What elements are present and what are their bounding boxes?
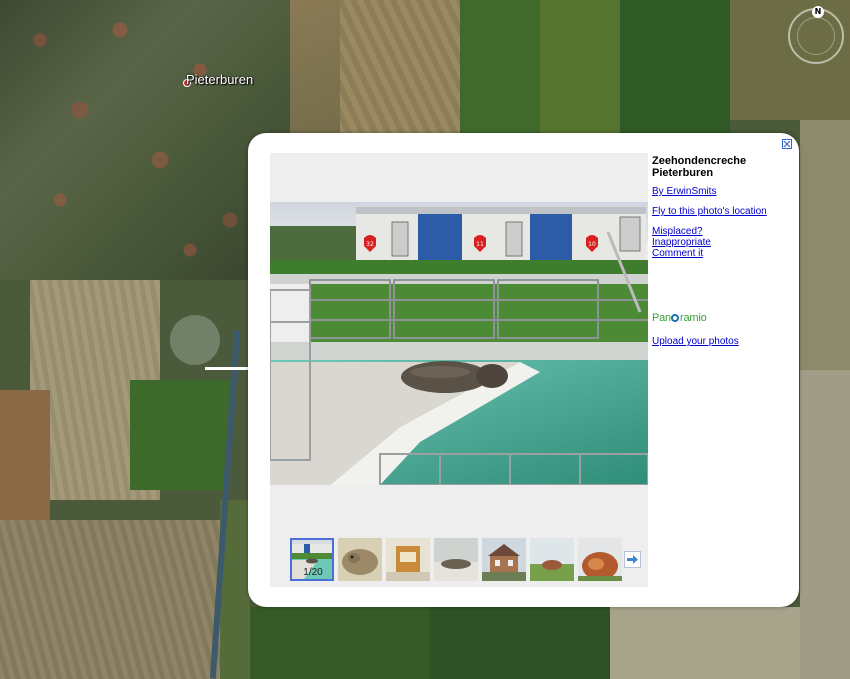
main-photo[interactable]: 32 11 10 — [270, 202, 648, 485]
photo-container-label: 11 — [476, 241, 484, 248]
upload-photos-link[interactable]: Upload your photos — [652, 336, 739, 347]
thumbnail-3[interactable] — [386, 538, 430, 581]
photo-container-label: 32 — [366, 241, 374, 248]
map-field — [800, 120, 850, 370]
seal-pool-photo: 32 11 10 — [270, 202, 648, 485]
compass-ring — [797, 17, 835, 55]
arrow-right-icon[interactable] — [624, 551, 641, 568]
thumbnail-6[interactable] — [530, 538, 574, 581]
thumbnail-2[interactable] — [338, 538, 382, 581]
map-field — [0, 390, 50, 540]
thumbnail-5[interactable] — [482, 538, 526, 581]
map-field — [610, 607, 800, 679]
author-link[interactable]: By ErwinSmits — [652, 186, 716, 197]
map-field — [460, 0, 540, 135]
misplaced-link[interactable]: Misplaced? — [652, 226, 703, 237]
village-area — [0, 0, 290, 280]
photo-counter: 1/20 — [303, 567, 323, 578]
place-label[interactable]: Pieterburen — [186, 72, 253, 87]
close-icon[interactable] — [782, 139, 792, 149]
inappropriate-link[interactable]: Inappropriate — [652, 237, 711, 248]
map-field — [170, 315, 220, 365]
balloon-pointer — [205, 367, 250, 370]
map-field — [250, 607, 430, 679]
photo-container-label: 10 — [588, 241, 596, 248]
logo-text-pre: Pan — [652, 312, 671, 324]
comment-link[interactable]: Comment it — [652, 248, 703, 259]
logo-o-icon — [671, 314, 680, 322]
map-field — [620, 0, 730, 135]
thumbnail-7[interactable] — [578, 538, 622, 581]
map-field — [0, 520, 220, 679]
map-field — [430, 607, 610, 679]
map-field — [130, 380, 230, 490]
map-field — [540, 0, 620, 135]
panoramio-logo[interactable]: Pan ramio — [652, 312, 707, 324]
thumbnail-4[interactable] — [434, 538, 478, 581]
map-field — [800, 370, 850, 679]
compass-north-label: N — [812, 6, 824, 18]
fly-to-location-link[interactable]: Fly to this photo's location — [652, 206, 767, 217]
logo-text-post: ramio — [679, 312, 707, 324]
photo-title: Zeehondencreche Pieterburen — [652, 155, 747, 179]
map-field — [340, 0, 460, 135]
